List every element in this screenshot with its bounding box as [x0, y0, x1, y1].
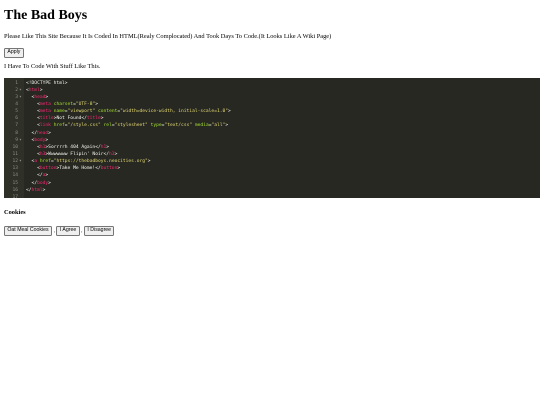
page-title: The Bad Boys — [4, 8, 88, 23]
code-line: 15 </body> — [4, 180, 540, 187]
code-line: 8 </head> — [4, 130, 540, 137]
code-line: 3 ▾ <head> — [4, 94, 540, 101]
code-line: 14 </a> — [4, 172, 540, 179]
code-text: <a href="https://thebadboys.neocities.or… — [31, 159, 151, 165]
line-number: 5 — [15, 109, 18, 115]
line-number: 3 — [15, 94, 18, 100]
cookie-button-row: Oat Meal Cookies , I Agree , I Disagree — [4, 226, 115, 236]
fold-arrow-icon[interactable]: ▾ — [19, 87, 22, 94]
line-number: 11 — [12, 152, 18, 157]
line-number: 6 — [15, 116, 18, 122]
intro-text: Please Like This Site Because It Is Code… — [4, 33, 332, 40]
oat-meal-cookies-button[interactable]: Oat Meal Cookies — [4, 226, 53, 236]
code-line: 9 ▾ <body> — [4, 137, 540, 144]
code-text: <meta name="viewport" content="width=dev… — [37, 109, 231, 115]
code-text: <h1>Sorrrrh 404 Again</h1> — [37, 144, 110, 150]
code-line: 13 <button>Take Me Home!</button> — [4, 165, 540, 172]
line-number: 15 — [12, 180, 18, 186]
code-text: <head> — [31, 94, 49, 100]
separator: , — [53, 227, 55, 234]
line-number: 4 — [15, 101, 18, 107]
code-text: </head> — [31, 130, 51, 136]
code-text: <!DOCTYPE html> — [26, 80, 68, 86]
code-text: <button>Take Me Home!</button> — [37, 166, 121, 172]
code-text: </body> — [31, 180, 51, 186]
apply-button[interactable]: Apply — [4, 48, 24, 58]
i-disagree-button[interactable]: I Disagree — [84, 226, 115, 236]
line-number: 16 — [12, 187, 18, 193]
line-number: 12 — [12, 159, 18, 165]
code-line: 6 <title>Not Found</title> — [4, 115, 540, 122]
code-text: <h3>Wwwwwww Flipin' Noir</h3> — [37, 152, 118, 157]
line-number: 7 — [15, 123, 18, 129]
code-text: <link href="/style.css" rel="stylesheet"… — [37, 123, 229, 129]
code-line: 1 <!DOCTYPE html> — [4, 80, 540, 87]
line-number: 10 — [12, 144, 18, 150]
fold-arrow-icon[interactable]: ▾ — [19, 137, 22, 144]
line-number: 9 — [15, 137, 18, 143]
code-line: 5 <meta name="viewport" content="width=d… — [4, 108, 540, 115]
code-text: </a> — [37, 173, 49, 179]
code-text: <body> — [31, 137, 49, 143]
code-text: <title>Not Found</title> — [37, 116, 104, 122]
separator: , — [81, 227, 83, 234]
code-line: 10 <h1>Sorrrrh 404 Again</h1> — [4, 144, 540, 151]
code-line: 12 ▾ <a href="https://thebadboys.neocitie… — [4, 158, 540, 165]
line-number: 1 — [15, 80, 18, 86]
fold-arrow-icon[interactable]: ▾ — [19, 94, 22, 101]
i-agree-button[interactable]: I Agree — [56, 226, 80, 236]
code-line: 11 <h3>Wwwwwww Flipin' Noir</h3> — [4, 151, 540, 158]
code-editor[interactable]: 1 <!DOCTYPE html> 2 ▾ <html> 3 ▾ <head> 4 <meta… — [4, 78, 540, 198]
code-line: 2 ▾ <html> — [4, 87, 540, 94]
code-text: <meta charset="UTF-8"> — [37, 101, 99, 107]
line-number: 8 — [15, 130, 18, 136]
code-text: <html> — [26, 87, 43, 93]
cookies-heading: Cookies — [4, 209, 26, 216]
code-line: 17 — [4, 194, 540, 198]
code-line: 4 <meta charset="UTF-8"> — [4, 101, 540, 108]
line-number: 2 — [15, 87, 18, 93]
code-line: 7 <link href="/style.css" rel="styleshee… — [4, 122, 540, 129]
fold-arrow-icon[interactable]: ▾ — [19, 158, 22, 165]
code-text: </html> — [26, 187, 46, 193]
line-number: 13 — [12, 166, 18, 172]
note-text: I Have To Code With Stuff Like This. — [4, 63, 101, 70]
code-line: 16 </html> — [4, 187, 540, 194]
line-number: 14 — [12, 173, 18, 179]
line-number: 17 — [12, 194, 18, 198]
